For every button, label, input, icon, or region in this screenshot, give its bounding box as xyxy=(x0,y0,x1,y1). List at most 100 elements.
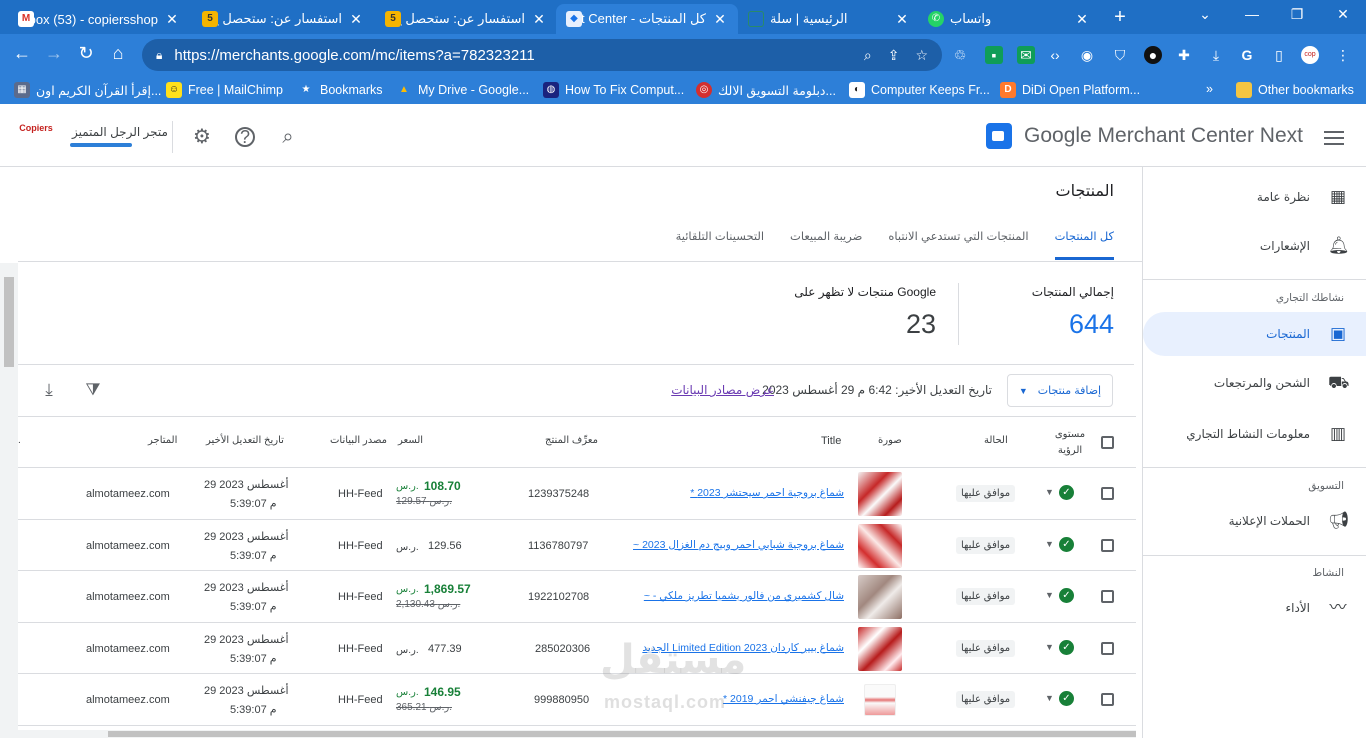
bookmark-star-icon[interactable]: ☆ xyxy=(915,47,928,64)
tab-auto-improvements[interactable]: التحسينات التلقائية xyxy=(676,229,764,260)
tab-all-products[interactable]: كل المنتجات xyxy=(1054,229,1114,260)
download-icon[interactable]: ⤓ xyxy=(38,379,60,401)
browser-tab-inquiry-1[interactable]: 5 استفسار عن: ستحصل ع ✕ xyxy=(192,4,374,34)
bookmark-bookmarks[interactable]: ★ Bookmarks xyxy=(298,82,383,98)
chevron-down-icon[interactable]: ▼ xyxy=(1045,590,1054,600)
col-last-modified[interactable]: تاريخ التعديل الأخير xyxy=(206,435,284,446)
browser-tab-merchant-center[interactable]: ◆ كل المنتجات - Merchant Center ✕ xyxy=(556,4,738,34)
row-checkbox[interactable] xyxy=(1101,487,1114,500)
chat-extension-icon[interactable]: ✉ xyxy=(1017,46,1035,64)
table-row[interactable]: ✓ ▼ موافق عليها شماغ جيفنشي احمر 2019 * … xyxy=(18,674,1136,726)
col-price[interactable]: السعر xyxy=(398,435,423,446)
browser-tab-gmail[interactable]: M Inbox (53) - copiersshop ✕ xyxy=(8,4,190,34)
nav-campaigns[interactable]: الحملات الإعلانية 📢︎ xyxy=(1143,499,1366,543)
browser-tab-salla[interactable]: الرئيسية | سلة ✕ xyxy=(738,4,920,34)
product-image[interactable] xyxy=(858,626,902,671)
close-icon[interactable]: ✕ xyxy=(894,11,910,28)
table-row[interactable]: ✓ ▼ موافق عليها شماغ بروجية شبابي احمر و… xyxy=(18,520,1136,571)
bookmark-computer-keeps[interactable]: ◐ Computer Keeps Fr... xyxy=(849,82,990,98)
close-icon[interactable]: ✕ xyxy=(712,11,728,28)
product-image[interactable] xyxy=(858,575,902,619)
scrollbar-thumb[interactable] xyxy=(4,277,14,367)
product-image[interactable] xyxy=(858,472,902,516)
restore-button[interactable]: ❐ xyxy=(1282,6,1312,23)
horizontal-scrollbar[interactable] xyxy=(18,730,1136,738)
row-checkbox[interactable] xyxy=(1101,538,1114,552)
product-title-link[interactable]: شماغ بروجية شبابي احمر وبيج دم الغزال 20… xyxy=(633,539,844,551)
nav-performance[interactable]: الأداء 〰 xyxy=(1143,586,1366,630)
chevron-down-icon[interactable]: ▼ xyxy=(1045,642,1054,652)
col-status[interactable]: الحالة xyxy=(984,435,1008,446)
settings-gear-icon[interactable]: ⚙ xyxy=(190,125,214,149)
recycle-extension-icon[interactable]: ♲ xyxy=(951,46,969,64)
puzzle-extensions-icon[interactable]: ✚ xyxy=(1175,46,1193,64)
close-window-button[interactable]: ✕ xyxy=(1328,6,1358,23)
tab-search-chevron-icon[interactable]: ⌄ xyxy=(1190,6,1220,23)
main-menu-icon[interactable] xyxy=(1324,127,1344,149)
merchant-center-brand[interactable]: Google Merchant Center Next xyxy=(986,123,1303,149)
side-panel-icon[interactable]: ▯ xyxy=(1270,46,1288,64)
product-title-link[interactable]: شال كشميري من فالور بشميا تطريز ملكي - ~ xyxy=(644,590,844,602)
help-icon[interactable]: ? xyxy=(235,127,255,147)
chevron-down-icon[interactable]: ▼ xyxy=(1045,539,1054,549)
store-name[interactable]: متجر الرجل المتميز xyxy=(72,125,168,139)
col-visibility[interactable]: مستوى الرؤية xyxy=(1052,427,1088,459)
chevron-down-icon[interactable]: ▼ xyxy=(1045,487,1054,497)
table-row[interactable]: ✓ ▼ موافق عليها شال كشميري من فالور بشمي… xyxy=(18,571,1136,623)
row-checkbox[interactable] xyxy=(1101,693,1114,706)
close-icon[interactable]: ✕ xyxy=(1074,11,1090,28)
product-image[interactable] xyxy=(858,523,902,568)
select-all-checkbox[interactable] xyxy=(1101,436,1114,449)
store-logo[interactable]: Copiers xyxy=(18,123,54,151)
row-checkbox[interactable] xyxy=(1101,641,1114,655)
zoom-icon[interactable]: ⌕ xyxy=(864,47,872,64)
col-product-id[interactable]: معرِّف المنتج xyxy=(545,435,598,446)
back-arrow-icon[interactable]: ← xyxy=(10,43,34,64)
nav-products[interactable]: المنتجات ▣ xyxy=(1143,312,1366,356)
download-icon[interactable]: ⤓ xyxy=(1207,46,1225,64)
nav-shipping-returns[interactable]: الشحن والمرتجعات ⛟ xyxy=(1143,361,1366,405)
row-checkbox[interactable] xyxy=(1101,590,1114,603)
bookmark-mailchimp[interactable]: ☺ Free | MailChimp xyxy=(166,82,283,98)
product-image[interactable] xyxy=(864,684,896,716)
close-icon[interactable]: ✕ xyxy=(164,11,180,28)
vertical-scrollbar[interactable] xyxy=(0,263,18,738)
browser-tab-whatsapp[interactable]: ✆ واتساب ✕ xyxy=(918,4,1100,34)
share-icon[interactable]: ⇪ xyxy=(888,47,900,64)
col-data-source[interactable]: مصدر البيانات xyxy=(330,435,387,446)
tab-sales-tax[interactable]: ضريبة المبيعات xyxy=(790,229,862,260)
bookmark-quran[interactable]: ▦ إقرأ القرآن الكريم اون... xyxy=(14,82,161,98)
close-icon[interactable]: ✕ xyxy=(531,11,547,28)
horizontal-scrollbar-thumb[interactable] xyxy=(108,731,1136,737)
code-extension-icon[interactable]: ‹› xyxy=(1046,46,1064,64)
shield-extension-icon[interactable]: ⛉ xyxy=(1111,46,1129,64)
bookmark-drive[interactable]: ▲ My Drive - Google... xyxy=(396,82,529,98)
chevron-down-icon[interactable]: ▼ xyxy=(1045,693,1054,703)
minimize-button[interactable]: — xyxy=(1237,6,1267,22)
menu-kebab-icon[interactable]: ⋮ xyxy=(1334,46,1352,64)
tag-extension-icon[interactable]: ◉ xyxy=(1078,46,1096,64)
col-title[interactable]: Title xyxy=(821,435,841,447)
browser-tab-inquiry-2[interactable]: 5 استفسار عن: ستحصل ع ✕ xyxy=(375,4,557,34)
table-row[interactable]: ✓ ▼ موافق عليها شماغ بروجية احمر سيحتشر … xyxy=(18,468,1136,520)
search-icon[interactable]: ⌕ xyxy=(276,125,300,149)
forward-arrow-icon[interactable]: → xyxy=(42,43,66,64)
bookmarks-overflow-icon[interactable]: » xyxy=(1206,82,1213,96)
view-data-sources-link[interactable]: عرض مصادر البيانات xyxy=(671,383,774,397)
ghost-extension-icon[interactable]: ● xyxy=(1144,46,1162,64)
bookmark-other[interactable]: Other bookmarks xyxy=(1236,82,1354,98)
reload-icon[interactable]: ↻ xyxy=(74,43,98,64)
green-extension-icon[interactable]: ▪ xyxy=(985,46,1003,64)
tab-needs-attention[interactable]: المنتجات التي تستدعي الانتباه xyxy=(888,229,1028,260)
close-icon[interactable]: ✕ xyxy=(348,11,364,28)
col-store[interactable]: المتاجر xyxy=(148,435,177,446)
product-title-link[interactable]: شماغ جيفنشي احمر 2019 * xyxy=(723,693,844,705)
filter-icon[interactable]: ⧩ xyxy=(82,379,104,401)
new-tab-button[interactable]: + xyxy=(1108,6,1132,29)
nav-business-info[interactable]: معلومات النشاط التجاري ▥ xyxy=(1143,412,1366,456)
table-row[interactable]: ✓ ▼ موافق عليها شماغ بيير كاردان Limited… xyxy=(18,623,1136,674)
nav-notifications[interactable]: الإشعارات 🔔︎ xyxy=(1143,224,1366,268)
bookmark-didi[interactable]: D DiDi Open Platform... xyxy=(1000,82,1140,98)
bookmark-diploma[interactable]: ◎ دبلومة التسويق الالك... xyxy=(696,82,836,98)
bookmark-fix-computer[interactable]: ◍ How To Fix Comput... xyxy=(543,82,684,98)
